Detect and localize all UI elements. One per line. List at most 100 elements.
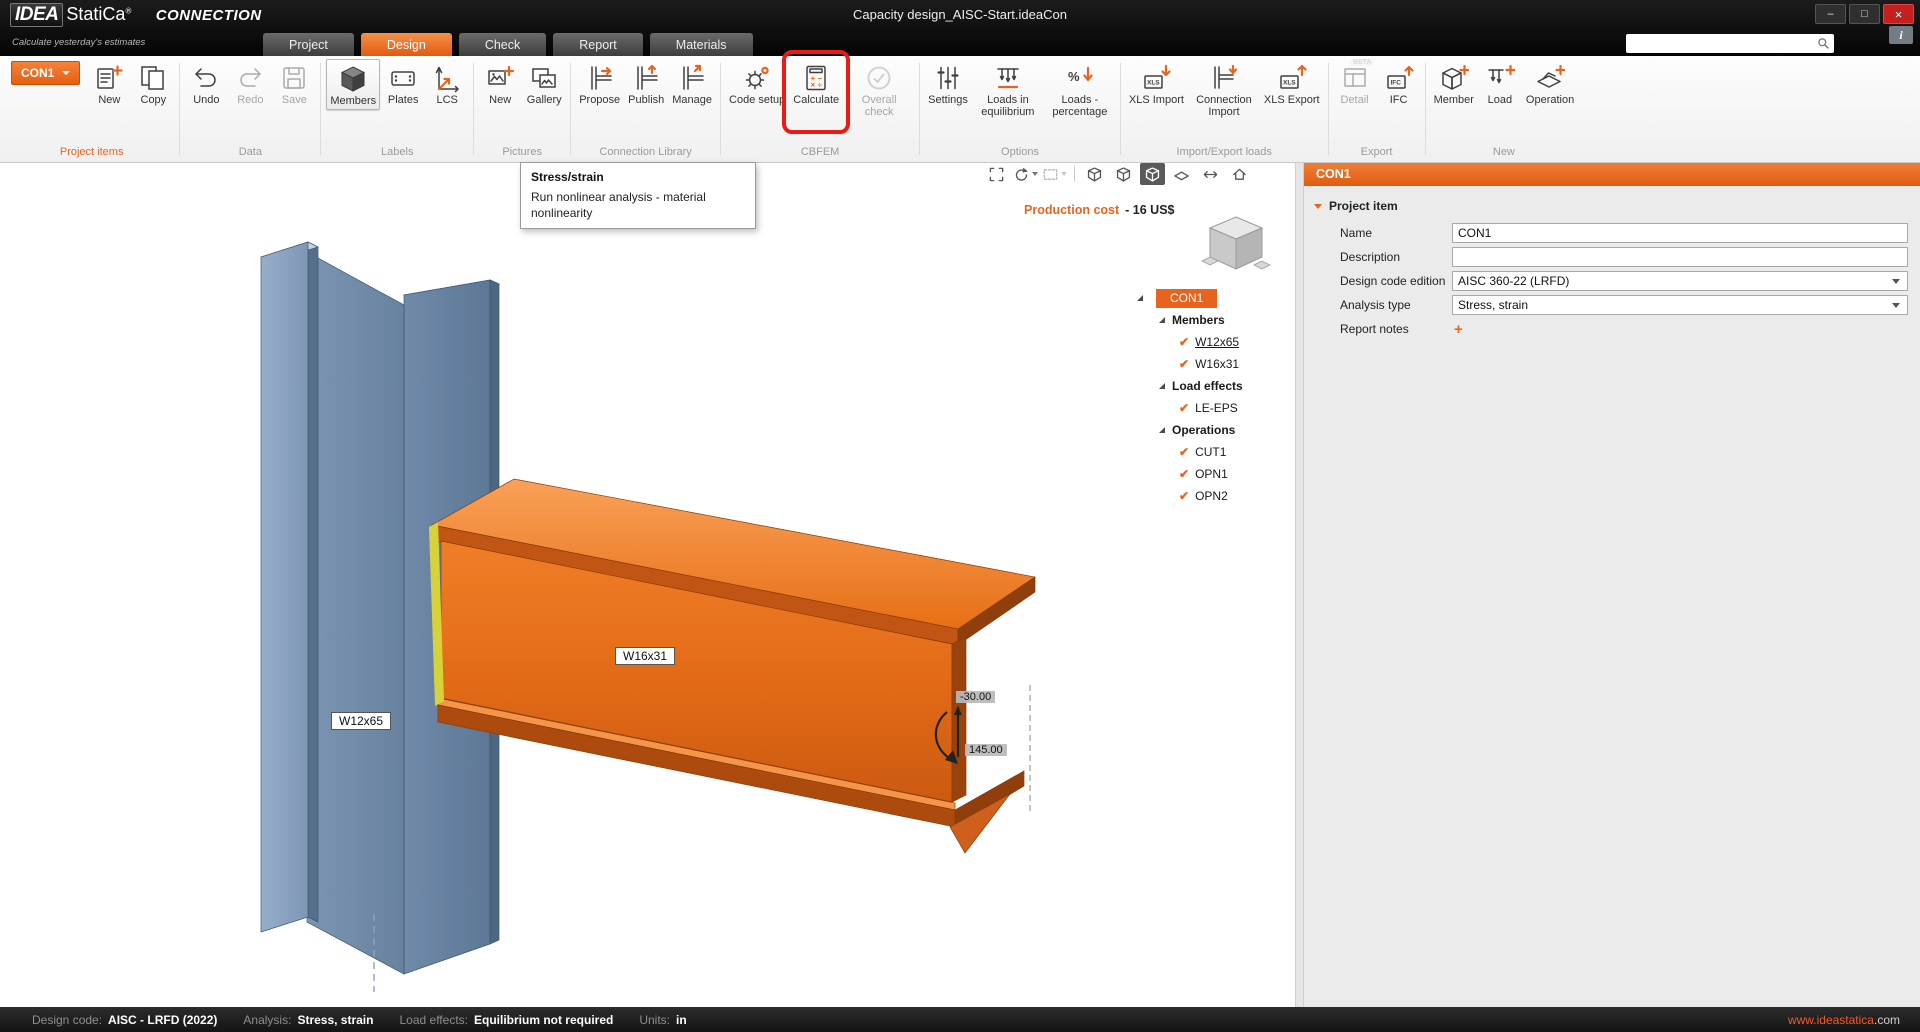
checkmark-icon[interactable]: ✔ (1179, 336, 1189, 348)
pictures-new-button[interactable]: New (479, 59, 521, 108)
maximize-button[interactable]: □ (1849, 4, 1880, 24)
prop-description-input[interactable] (1452, 247, 1908, 267)
tree-item-label[interactable]: W16x31 (1195, 357, 1239, 371)
pictures-gallery-button[interactable]: Gallery (523, 59, 565, 108)
tree-group-label[interactable]: Members (1172, 313, 1225, 327)
prop-design-code-edition-select[interactable]: AISC 360-22 (LRFD) (1452, 271, 1908, 291)
export-detail-button: BETA Detail (1334, 59, 1376, 108)
section-project-item[interactable]: Project item (1314, 199, 1920, 213)
expander-icon[interactable] (1158, 426, 1166, 434)
tooltip-body: Run nonlinear analysis - material nonlin… (531, 190, 706, 220)
import-export-loads-connection-import-button[interactable]: Connection Import (1189, 59, 1259, 120)
button-label: Loads in equilibrium (981, 94, 1035, 118)
members-icon (338, 64, 368, 94)
tab-materials[interactable]: Materials (649, 33, 753, 56)
code-setup-icon (742, 63, 772, 93)
labels-plates-button[interactable]: Plates (382, 59, 424, 108)
solid-view-icon[interactable] (1111, 163, 1136, 185)
checkmark-icon[interactable]: ✔ (1179, 490, 1189, 502)
plates-toggle-icon[interactable] (1169, 163, 1194, 185)
expander-icon[interactable] (1158, 316, 1166, 324)
connection-library-propose-button[interactable]: Propose (576, 59, 623, 108)
options-settings-button[interactable]: Settings (925, 59, 971, 108)
tree-item-cut1[interactable]: ✔ CUT1 (1130, 441, 1295, 463)
button-label: Code setup (729, 94, 786, 106)
new-operation-button[interactable]: Operation (1523, 59, 1577, 108)
tree-item-w12x65[interactable]: ✔ W12x65 (1130, 331, 1295, 353)
button-label: XLS Export (1263, 94, 1320, 106)
project-item-selector[interactable]: CON1 (11, 61, 81, 85)
tree-item-label[interactable]: OPN2 (1195, 489, 1228, 503)
checkmark-icon[interactable]: ✔ (1179, 446, 1189, 458)
minimize-button[interactable]: – (1815, 4, 1846, 24)
tab-report[interactable]: Report (553, 33, 643, 56)
tree-item-label[interactable]: W12x65 (1195, 335, 1239, 349)
tab-project[interactable]: Project (263, 33, 354, 56)
new-load-button[interactable]: Load (1479, 59, 1521, 108)
structure-tree: CON1 Members ✔ W12x65 ✔ W16x31 Load effects ✔ LE… (1130, 287, 1295, 507)
tree-item-le-eps[interactable]: ✔ LE-EPS (1130, 397, 1295, 419)
expander-icon[interactable] (1158, 382, 1166, 390)
members-toggle-icon[interactable] (1198, 163, 1223, 185)
tree-group-label[interactable]: Operations (1172, 423, 1235, 437)
checkmark-icon[interactable]: ✔ (1179, 358, 1189, 370)
import-export-loads-xls-import-button[interactable]: XLS XLS Import (1126, 59, 1187, 108)
cbfem-overall-check-button: Overall check (844, 59, 914, 120)
tree-item-w16x31[interactable]: ✔ W16x31 (1130, 353, 1295, 375)
tree-group-label[interactable]: Load effects (1172, 379, 1243, 393)
connection-import-icon (1209, 63, 1239, 93)
ribbon-group-connection-library: Propose Publish Manage Connection Library (571, 58, 720, 162)
cbfem-calculate-button[interactable]: + − × ÷ Calculate (782, 50, 851, 134)
navigation-cube[interactable] (1198, 211, 1274, 283)
website-link[interactable]: www.ideastatica.com (1788, 1013, 1900, 1027)
search-icon[interactable] (1817, 37, 1830, 50)
tree-item-label[interactable]: CUT1 (1195, 445, 1226, 459)
panel-splitter[interactable] (1295, 161, 1304, 1007)
shaded-view-icon[interactable] (1140, 163, 1165, 185)
tree-item-opn2[interactable]: ✔ OPN2 (1130, 485, 1295, 507)
info-button[interactable]: i (1889, 26, 1913, 44)
prop-name-input[interactable] (1452, 223, 1908, 243)
new-member-button[interactable]: Member (1431, 59, 1477, 108)
calculate-tooltip: Stress/strain Run nonlinear analysis - m… (520, 162, 756, 230)
connection-library-manage-button[interactable]: Manage (669, 59, 715, 108)
home-view-icon[interactable] (1227, 163, 1252, 185)
tab-design[interactable]: Design (360, 33, 452, 56)
application-window: IDEA StatiCa® CONNECTION Calculate yester… (0, 0, 1920, 1032)
import-export-loads-xls-export-button[interactable]: XLS XLS Export (1261, 59, 1323, 108)
svg-text:XLS: XLS (1147, 80, 1160, 87)
wireframe-view-icon[interactable] (1082, 163, 1107, 185)
button-label: Loads - percentage (1052, 94, 1108, 118)
propose-icon (585, 63, 615, 93)
cbfem-code-setup-button[interactable]: Code setup (726, 59, 788, 108)
options-loads-in-equilibrium-button[interactable]: Loads in equilibrium (973, 59, 1043, 120)
beam-3d[interactable] (431, 478, 1036, 854)
expander-icon[interactable] (1136, 294, 1144, 302)
checkmark-icon[interactable]: ✔ (1179, 468, 1189, 480)
viewport-3d[interactable]: Production cost - 16 US$ CON1 Members ✔ W12x… (0, 161, 1295, 1007)
options-loads-percentage-button[interactable]: % Loads - percentage (1045, 59, 1115, 120)
rotate-view-icon[interactable] (1013, 163, 1038, 185)
search-input[interactable] (1626, 36, 1817, 51)
tree-item-opn1[interactable]: ✔ OPN1 (1130, 463, 1295, 485)
project-items-new-button[interactable]: New (88, 59, 130, 108)
ribbon-group-options: Settings Loads in equilibrium % Loads - per… (920, 58, 1120, 162)
tree-root-item[interactable]: CON1 (1156, 288, 1218, 308)
zoom-window-icon[interactable] (1042, 163, 1067, 185)
connection-library-publish-button[interactable]: Publish (625, 59, 667, 108)
data-undo-button[interactable]: Undo (185, 59, 227, 108)
tree-item-label[interactable]: LE-EPS (1195, 401, 1238, 415)
prop-report-notes-add-button[interactable]: + (1454, 321, 1463, 338)
fit-view-icon[interactable] (984, 163, 1009, 185)
prop-analysis-type-select[interactable]: Stress, strain (1452, 295, 1908, 315)
labels-lcs-button[interactable]: LCS (426, 59, 468, 108)
tagline: Calculate yesterday's estimates (12, 37, 146, 48)
labels-members-button[interactable]: Members (326, 59, 381, 110)
tree-item-label[interactable]: OPN1 (1195, 467, 1228, 481)
checkmark-icon[interactable]: ✔ (1179, 402, 1189, 414)
new-icon (485, 63, 515, 93)
project-items-copy-button[interactable]: Copy (132, 59, 174, 108)
close-button[interactable]: × (1883, 4, 1914, 24)
export-ifc-button[interactable]: IFC IFC (1378, 59, 1420, 108)
tab-check[interactable]: Check (458, 33, 547, 56)
